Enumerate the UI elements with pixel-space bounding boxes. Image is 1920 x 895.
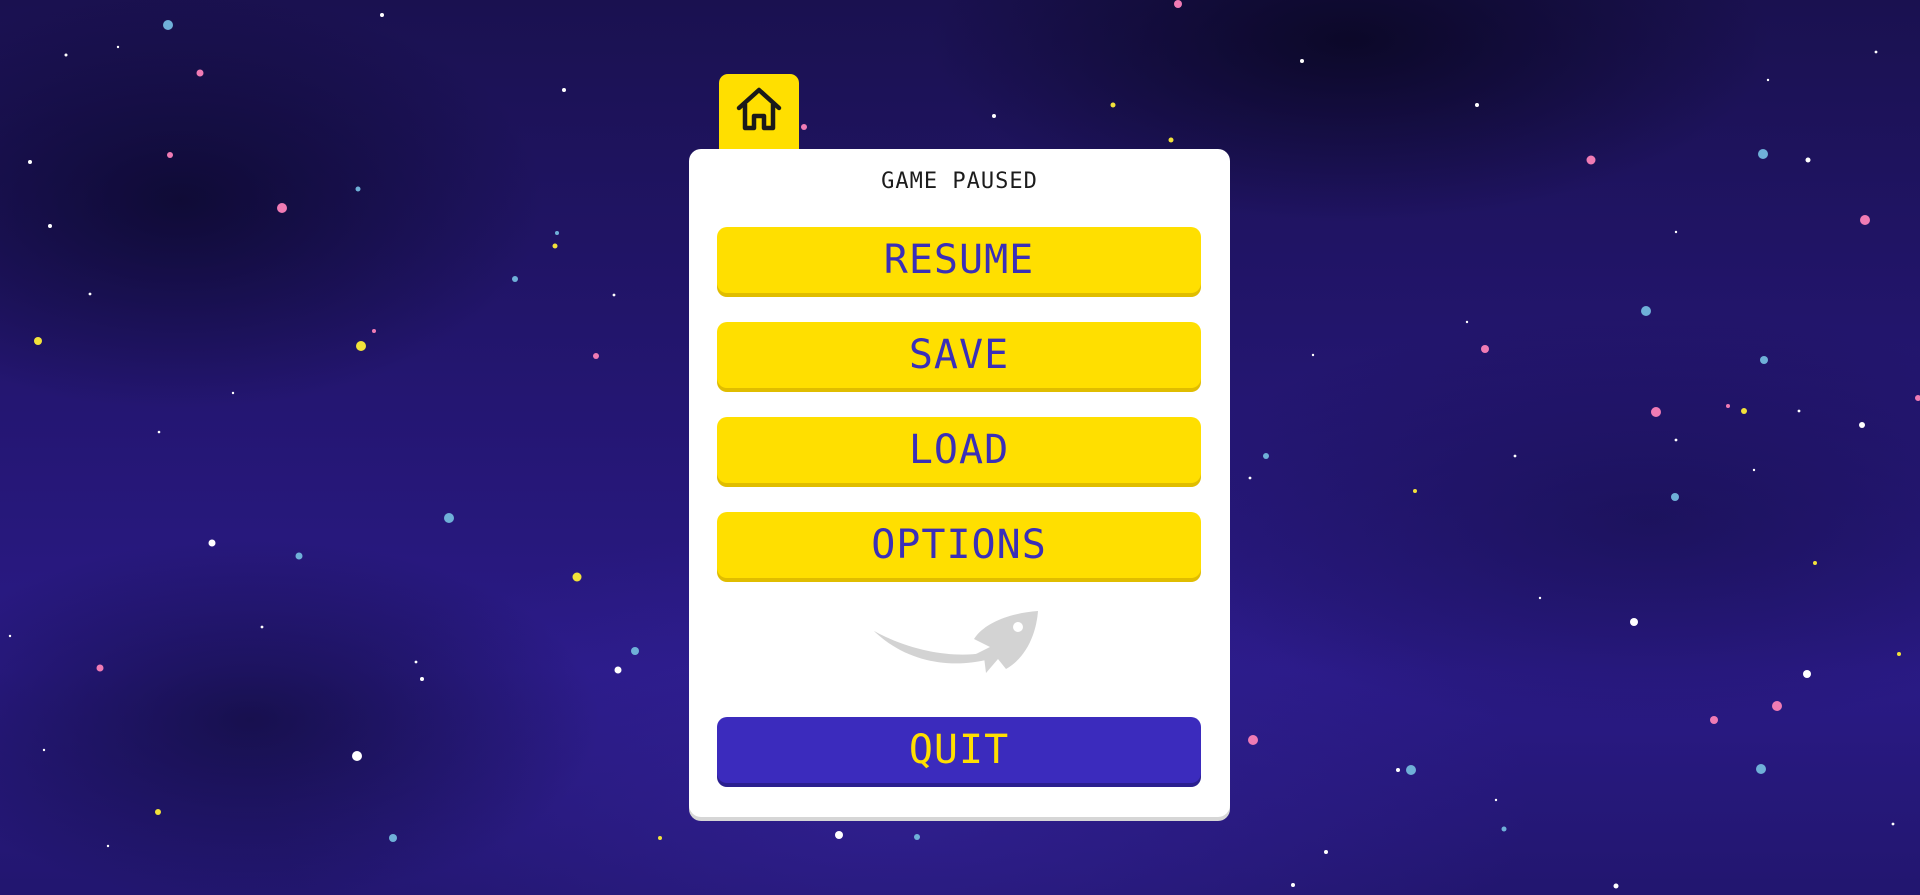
page-title: GAME PAUSED: [881, 169, 1038, 194]
load-button[interactable]: LOAD: [717, 417, 1201, 483]
home-icon: [736, 87, 782, 131]
rocket-icon: [874, 611, 1038, 673]
home-button[interactable]: [719, 74, 799, 150]
pause-menu-panel: GAME PAUSED RESUME SAVE LOAD OPTIONS QUI…: [689, 149, 1230, 817]
options-button[interactable]: OPTIONS: [717, 512, 1201, 578]
quit-button[interactable]: QUIT: [717, 717, 1201, 783]
resume-button[interactable]: RESUME: [717, 227, 1201, 293]
save-button[interactable]: SAVE: [717, 322, 1201, 388]
